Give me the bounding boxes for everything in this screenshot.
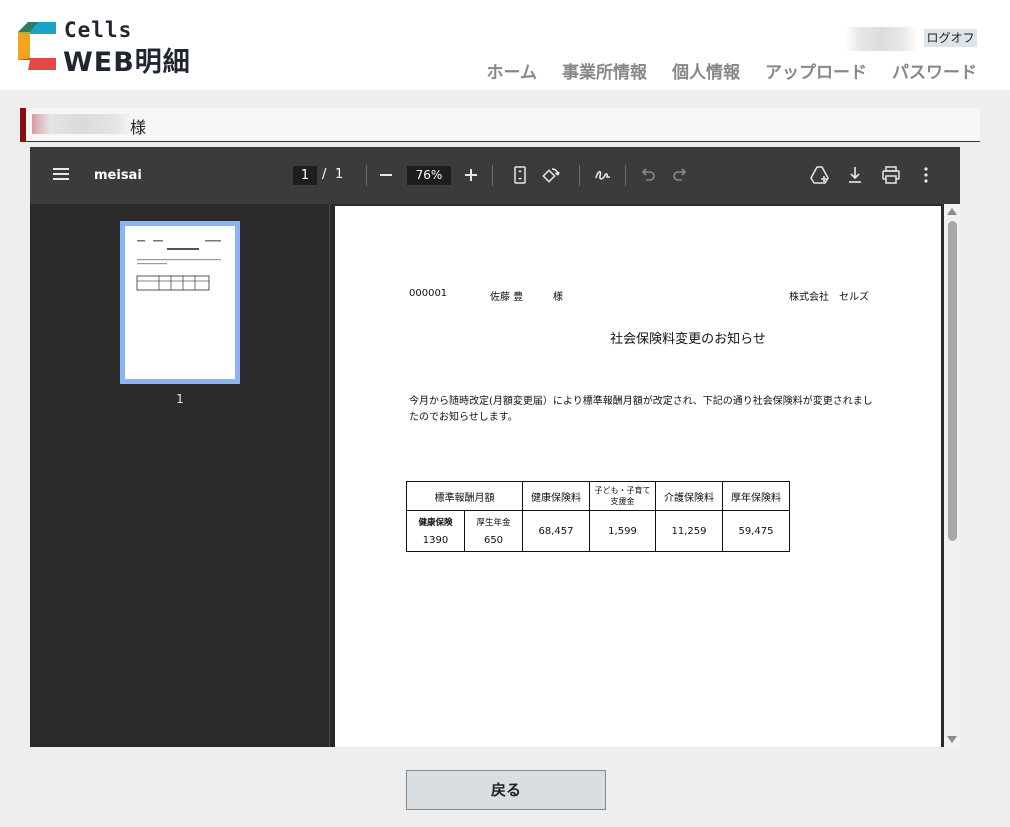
table-cell-pension-grade: 厚生年金 650 [464, 510, 523, 552]
back-button[interactable]: 戻る [406, 770, 606, 810]
download-icon[interactable] [848, 166, 862, 184]
table-cell-health-grade: 健康保険 1390 [406, 510, 465, 552]
table-header: 介護保険料 [655, 481, 723, 511]
document-heading: 社会保険料変更のお知らせ [335, 328, 941, 347]
table-header: 子ども・子育て 支援金 [589, 481, 656, 511]
toolbar-divider [579, 165, 580, 186]
pdf-page: 000001 佐藤 豊 様 株式会社 セルズ 社会保険料変更のお知らせ 今月から… [335, 206, 941, 747]
toolbar-divider [366, 165, 367, 186]
table-cell: 59,475 [722, 510, 790, 552]
nav-office-info[interactable]: 事業所情報 [562, 58, 647, 83]
health-grade-value: 1390 [422, 535, 449, 546]
scroll-down-arrow-icon[interactable] [947, 736, 957, 743]
table-cell: 1,599 [589, 510, 656, 552]
page-separator: / [322, 167, 327, 182]
thumbnail-page-number: 1 [176, 392, 184, 406]
page-thumbnail[interactable] [120, 221, 240, 384]
document-body-text: 今月から随時改定(月額変更届）により標準報酬月額が改定され、下記の通り社会保険料… [409, 396, 873, 423]
print-icon[interactable] [882, 166, 900, 184]
zoom-level-input[interactable]: 76% [407, 166, 451, 185]
page-number-input[interactable]: 1 [293, 166, 317, 185]
recipient-honorific: 様 [130, 118, 147, 137]
toolbar-divider [625, 165, 626, 186]
document-heading-text: 社会保険料変更のお知らせ [610, 332, 766, 347]
user-name-redacted [845, 27, 917, 51]
nav-password[interactable]: パスワード [892, 58, 977, 83]
table-header: 厚年保険料 [722, 481, 790, 511]
cells-logo-icon [18, 22, 56, 70]
logout-button[interactable]: ログオフ [924, 29, 977, 47]
rotate-icon[interactable] [542, 166, 560, 184]
fit-page-icon[interactable] [514, 166, 526, 184]
nav-home[interactable]: ホーム [487, 58, 538, 83]
zoom-in-icon[interactable] [465, 168, 477, 182]
recipient-name-bar: 様 [20, 108, 980, 142]
zoom-out-icon[interactable] [380, 168, 392, 182]
nav-upload[interactable]: アップロード [765, 58, 867, 83]
pension-grade-value: 650 [483, 535, 504, 546]
scroll-up-arrow-icon[interactable] [947, 208, 957, 215]
save-to-drive-icon[interactable] [810, 166, 830, 184]
employee-name: 佐藤 豊 [490, 292, 524, 303]
site-header: Cells WEB明細 ログオフ ホーム 事業所情報 個人情報 アップロード パ… [0, 0, 1010, 90]
table-cell: 68,457 [522, 510, 590, 552]
insurance-table: 標準報酬月額 健康保険料 子ども・子育て 支援金 介護保険料 厚年保険料 健康保険… [406, 481, 790, 552]
thumbnail-sidebar: 1 [30, 204, 330, 747]
scroll-thumb[interactable] [948, 221, 957, 541]
table-cell: 11,259 [655, 510, 723, 552]
main-nav: ホーム 事業所情報 個人情報 アップロード パスワード [462, 58, 978, 83]
employee-honorific: 様 [553, 292, 563, 303]
more-options-icon[interactable] [924, 167, 928, 183]
vertical-scrollbar[interactable] [944, 204, 960, 747]
document-canvas: 000001 佐藤 豊 様 株式会社 セルズ 社会保険料変更のお知らせ 今月から… [331, 204, 960, 747]
annotate-pen-icon[interactable] [594, 166, 612, 184]
pdf-viewer: meisai 1 / 1 76% 1 000001 佐藤 豊 様 株式会社 セル… [30, 147, 960, 747]
thumbnail-preview [136, 240, 221, 291]
employee-id: 000001 [409, 288, 448, 299]
pdf-toolbar: meisai 1 / 1 76% [30, 147, 960, 204]
sub-header-health: 健康保険 [418, 518, 453, 528]
recipient-name-redacted [32, 114, 132, 134]
sub-header-pension: 厚生年金 [476, 518, 511, 528]
page-total: 1 [335, 167, 344, 182]
redo-icon[interactable] [672, 167, 688, 181]
logo-text-cells: Cells [64, 18, 133, 42]
document-title: meisai [94, 168, 142, 183]
undo-icon[interactable] [640, 167, 656, 181]
company-name: 株式会社 セルズ [789, 292, 869, 303]
nav-personal-info[interactable]: 個人情報 [672, 58, 740, 83]
logo-text-web-meisai: WEB明細 [63, 47, 191, 78]
table-header: 健康保険料 [522, 481, 590, 511]
table-header: 標準報酬月額 [406, 481, 523, 511]
menu-icon[interactable] [53, 167, 69, 181]
toolbar-divider [492, 165, 493, 186]
